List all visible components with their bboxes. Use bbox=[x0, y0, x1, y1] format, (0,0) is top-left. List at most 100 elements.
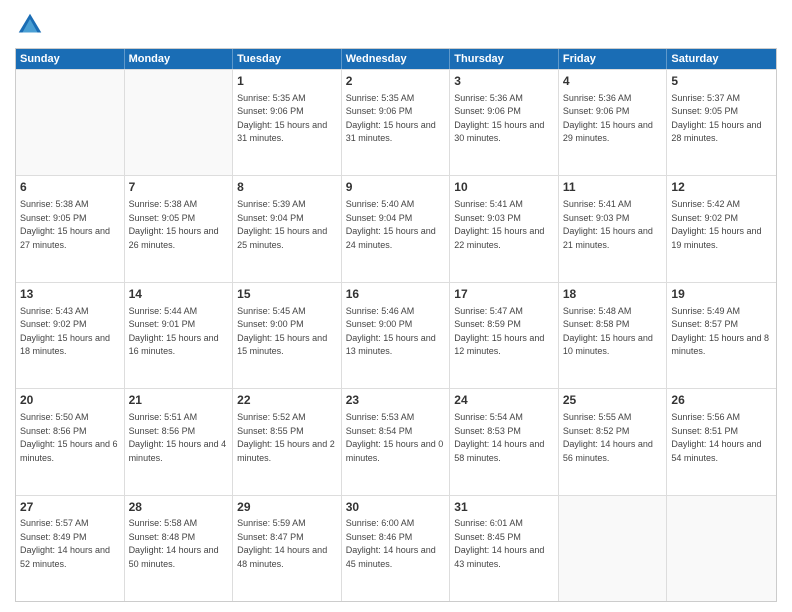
cal-cell: 8 Sunrise: 5:39 AMSunset: 9:04 PMDaylight… bbox=[233, 176, 342, 281]
day-number: 8 bbox=[237, 179, 337, 196]
day-info: Sunrise: 5:36 AMSunset: 9:06 PMDaylight:… bbox=[454, 92, 554, 146]
day-number: 23 bbox=[346, 392, 446, 409]
week-row-1: 1 Sunrise: 5:35 AMSunset: 9:06 PMDaylight… bbox=[16, 69, 776, 175]
week-row-4: 20Sunrise: 5:50 AMSunset: 8:56 PMDayligh… bbox=[16, 388, 776, 494]
week-row-2: 6 Sunrise: 5:38 AMSunset: 9:05 PMDaylight… bbox=[16, 175, 776, 281]
day-number: 25 bbox=[563, 392, 663, 409]
cal-cell bbox=[559, 496, 668, 601]
cal-cell: 6 Sunrise: 5:38 AMSunset: 9:05 PMDaylight… bbox=[16, 176, 125, 281]
day-number: 22 bbox=[237, 392, 337, 409]
cal-cell: 28Sunrise: 5:58 AMSunset: 8:48 PMDayligh… bbox=[125, 496, 234, 601]
day-info: Sunrise: 6:01 AMSunset: 8:45 PMDaylight:… bbox=[454, 517, 554, 571]
cal-cell: 1 Sunrise: 5:35 AMSunset: 9:06 PMDaylight… bbox=[233, 70, 342, 175]
day-number: 16 bbox=[346, 286, 446, 303]
day-info: Sunrise: 5:58 AMSunset: 8:48 PMDaylight:… bbox=[129, 517, 229, 571]
header-day-thursday: Thursday bbox=[450, 49, 559, 69]
day-number: 12 bbox=[671, 179, 772, 196]
day-number: 13 bbox=[20, 286, 120, 303]
day-number: 28 bbox=[129, 499, 229, 516]
cal-cell: 2Sunrise: 5:35 AMSunset: 9:06 PMDaylight… bbox=[342, 70, 451, 175]
cal-cell bbox=[667, 496, 776, 601]
cal-cell: 29Sunrise: 5:59 AMSunset: 8:47 PMDayligh… bbox=[233, 496, 342, 601]
day-number: 31 bbox=[454, 499, 554, 516]
day-info: Sunrise: 5:49 AMSunset: 8:57 PMDaylight:… bbox=[671, 305, 772, 359]
cal-cell: 25 Sunrise: 5:55 AMSunset: 8:52 PMDayligh… bbox=[559, 389, 668, 494]
day-info: Sunrise: 5:40 AMSunset: 9:04 PMDaylight:… bbox=[346, 198, 446, 252]
day-number: 29 bbox=[237, 499, 337, 516]
day-info: Sunrise: 5:38 AMSunset: 9:05 PMDaylight:… bbox=[20, 198, 120, 252]
day-number: 5 bbox=[671, 73, 772, 90]
week-row-5: 27Sunrise: 5:57 AMSunset: 8:49 PMDayligh… bbox=[16, 495, 776, 601]
header-day-saturday: Saturday bbox=[667, 49, 776, 69]
day-info: Sunrise: 5:35 AMSunset: 9:06 PMDaylight:… bbox=[346, 92, 446, 146]
day-info: Sunrise: 5:43 AMSunset: 9:02 PMDaylight:… bbox=[20, 305, 120, 359]
cal-cell bbox=[16, 70, 125, 175]
day-info: Sunrise: 5:47 AMSunset: 8:59 PMDaylight:… bbox=[454, 305, 554, 359]
day-info: Sunrise: 5:50 AMSunset: 8:56 PMDaylight:… bbox=[20, 411, 120, 465]
day-info: Sunrise: 5:44 AMSunset: 9:01 PMDaylight:… bbox=[129, 305, 229, 359]
day-info: Sunrise: 5:36 AMSunset: 9:06 PMDaylight:… bbox=[563, 92, 663, 146]
day-info: Sunrise: 5:35 AMSunset: 9:06 PMDaylight:… bbox=[237, 92, 337, 146]
cal-cell: 27Sunrise: 5:57 AMSunset: 8:49 PMDayligh… bbox=[16, 496, 125, 601]
cal-cell: 24 Sunrise: 5:54 AMSunset: 8:53 PMDayligh… bbox=[450, 389, 559, 494]
cal-cell: 18 Sunrise: 5:48 AMSunset: 8:58 PMDayligh… bbox=[559, 283, 668, 388]
day-number: 19 bbox=[671, 286, 772, 303]
calendar-header: SundayMondayTuesdayWednesdayThursdayFrid… bbox=[16, 49, 776, 69]
day-info: Sunrise: 5:55 AMSunset: 8:52 PMDaylight:… bbox=[563, 411, 663, 465]
day-number: 18 bbox=[563, 286, 663, 303]
header-day-sunday: Sunday bbox=[16, 49, 125, 69]
day-number: 24 bbox=[454, 392, 554, 409]
cal-cell: 30Sunrise: 6:00 AMSunset: 8:46 PMDayligh… bbox=[342, 496, 451, 601]
day-info: Sunrise: 5:53 AMSunset: 8:54 PMDaylight:… bbox=[346, 411, 446, 465]
cal-cell: 23 Sunrise: 5:53 AMSunset: 8:54 PMDayligh… bbox=[342, 389, 451, 494]
day-info: Sunrise: 5:37 AMSunset: 9:05 PMDaylight:… bbox=[671, 92, 772, 146]
cal-cell: 15Sunrise: 5:45 AMSunset: 9:00 PMDayligh… bbox=[233, 283, 342, 388]
calendar-body: 1 Sunrise: 5:35 AMSunset: 9:06 PMDaylight… bbox=[16, 69, 776, 601]
day-number: 30 bbox=[346, 499, 446, 516]
day-number: 1 bbox=[237, 73, 337, 90]
day-number: 21 bbox=[129, 392, 229, 409]
logo-icon bbox=[15, 10, 45, 40]
day-info: Sunrise: 5:39 AMSunset: 9:04 PMDaylight:… bbox=[237, 198, 337, 252]
cal-cell: 19 Sunrise: 5:49 AMSunset: 8:57 PMDayligh… bbox=[667, 283, 776, 388]
cal-cell: 22Sunrise: 5:52 AMSunset: 8:55 PMDayligh… bbox=[233, 389, 342, 494]
day-info: Sunrise: 5:59 AMSunset: 8:47 PMDaylight:… bbox=[237, 517, 337, 571]
day-info: Sunrise: 5:56 AMSunset: 8:51 PMDaylight:… bbox=[671, 411, 772, 465]
cal-cell: 4 Sunrise: 5:36 AMSunset: 9:06 PMDaylight… bbox=[559, 70, 668, 175]
day-number: 6 bbox=[20, 179, 120, 196]
header bbox=[15, 10, 777, 40]
day-number: 27 bbox=[20, 499, 120, 516]
day-info: Sunrise: 5:46 AMSunset: 9:00 PMDaylight:… bbox=[346, 305, 446, 359]
day-info: Sunrise: 5:42 AMSunset: 9:02 PMDaylight:… bbox=[671, 198, 772, 252]
day-info: Sunrise: 5:48 AMSunset: 8:58 PMDaylight:… bbox=[563, 305, 663, 359]
cal-cell: 10Sunrise: 5:41 AMSunset: 9:03 PMDayligh… bbox=[450, 176, 559, 281]
cal-cell: 9 Sunrise: 5:40 AMSunset: 9:04 PMDaylight… bbox=[342, 176, 451, 281]
page: SundayMondayTuesdayWednesdayThursdayFrid… bbox=[0, 0, 792, 612]
cal-cell: 20Sunrise: 5:50 AMSunset: 8:56 PMDayligh… bbox=[16, 389, 125, 494]
day-number: 9 bbox=[346, 179, 446, 196]
day-number: 3 bbox=[454, 73, 554, 90]
cal-cell: 16 Sunrise: 5:46 AMSunset: 9:00 PMDayligh… bbox=[342, 283, 451, 388]
day-number: 7 bbox=[129, 179, 229, 196]
cal-cell: 7 Sunrise: 5:38 AMSunset: 9:05 PMDaylight… bbox=[125, 176, 234, 281]
day-number: 4 bbox=[563, 73, 663, 90]
cal-cell: 26Sunrise: 5:56 AMSunset: 8:51 PMDayligh… bbox=[667, 389, 776, 494]
day-info: Sunrise: 5:38 AMSunset: 9:05 PMDaylight:… bbox=[129, 198, 229, 252]
cal-cell bbox=[125, 70, 234, 175]
day-number: 17 bbox=[454, 286, 554, 303]
day-number: 14 bbox=[129, 286, 229, 303]
header-day-friday: Friday bbox=[559, 49, 668, 69]
day-info: Sunrise: 5:54 AMSunset: 8:53 PMDaylight:… bbox=[454, 411, 554, 465]
cal-cell: 13 Sunrise: 5:43 AMSunset: 9:02 PMDayligh… bbox=[16, 283, 125, 388]
day-info: Sunrise: 5:57 AMSunset: 8:49 PMDaylight:… bbox=[20, 517, 120, 571]
header-day-monday: Monday bbox=[125, 49, 234, 69]
week-row-3: 13 Sunrise: 5:43 AMSunset: 9:02 PMDayligh… bbox=[16, 282, 776, 388]
cal-cell: 21 Sunrise: 5:51 AMSunset: 8:56 PMDayligh… bbox=[125, 389, 234, 494]
day-info: Sunrise: 5:41 AMSunset: 9:03 PMDaylight:… bbox=[563, 198, 663, 252]
calendar: SundayMondayTuesdayWednesdayThursdayFrid… bbox=[15, 48, 777, 602]
day-info: Sunrise: 5:45 AMSunset: 9:00 PMDaylight:… bbox=[237, 305, 337, 359]
day-info: Sunrise: 5:41 AMSunset: 9:03 PMDaylight:… bbox=[454, 198, 554, 252]
day-info: Sunrise: 5:51 AMSunset: 8:56 PMDaylight:… bbox=[129, 411, 229, 465]
logo bbox=[15, 10, 49, 40]
cal-cell: 12 Sunrise: 5:42 AMSunset: 9:02 PMDayligh… bbox=[667, 176, 776, 281]
